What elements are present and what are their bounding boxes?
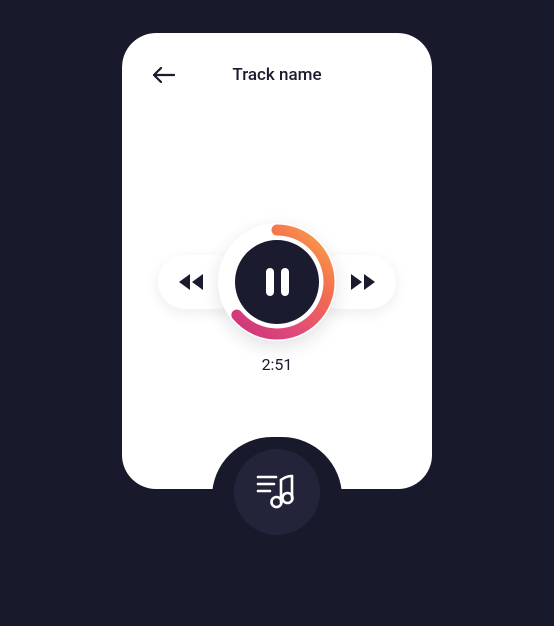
music-player-screen: Track name xyxy=(122,33,432,593)
elapsed-time: 2:51 xyxy=(122,355,432,374)
playlist-button[interactable] xyxy=(234,449,320,535)
bottom-dock xyxy=(122,489,432,593)
pause-button[interactable] xyxy=(231,236,323,328)
pause-icon xyxy=(266,268,289,296)
back-arrow-icon xyxy=(153,67,175,83)
transport-controls xyxy=(122,223,432,341)
playlist-music-icon xyxy=(256,473,298,511)
back-button[interactable] xyxy=(152,63,176,87)
play-control xyxy=(218,223,336,341)
previous-track-icon xyxy=(178,273,204,291)
player-panel: Track name xyxy=(122,33,432,489)
next-track-icon xyxy=(350,273,376,291)
header: Track name xyxy=(122,61,432,89)
